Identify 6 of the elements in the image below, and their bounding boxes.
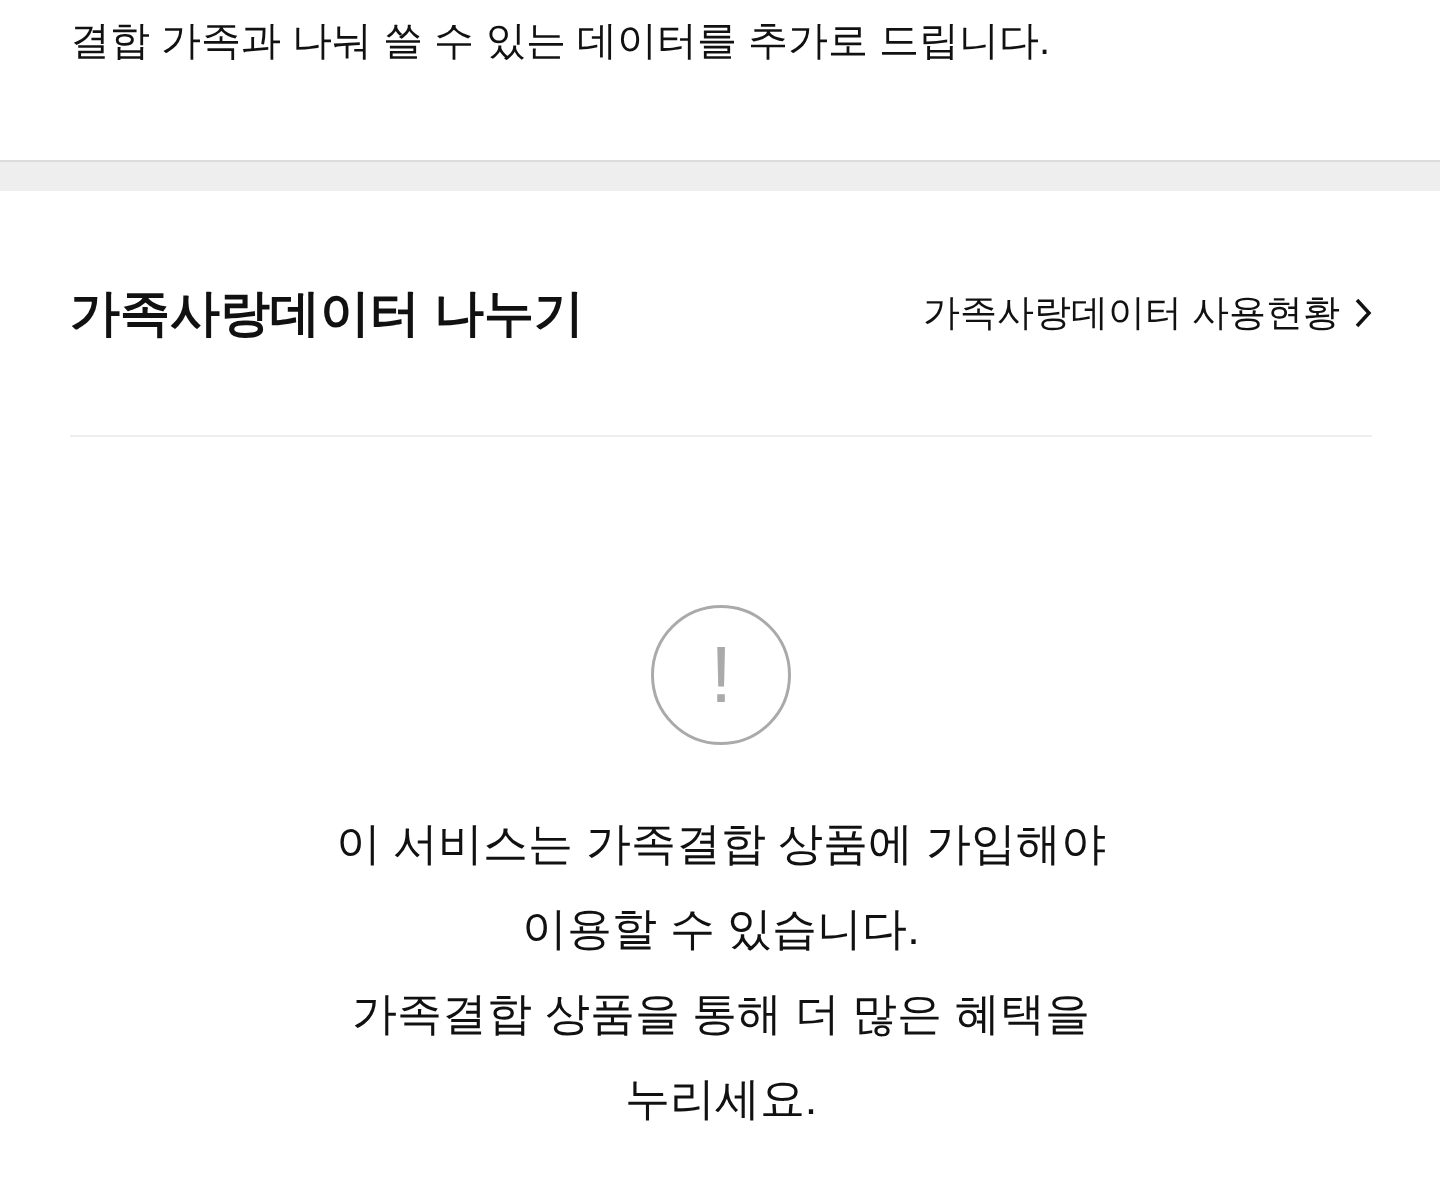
- usage-link[interactable]: 가족사랑데이터 사용현황: [922, 288, 1372, 338]
- notice-message: 이 서비스는 가족결합 상품에 가입해야 이용할 수 있습니다. 가족결합 상품을 통해 더 많은 혜택을 누리세요.: [336, 817, 1106, 1126]
- section-title: 가족사랑데이터 나누기: [70, 283, 584, 343]
- chevron-icon: [1354, 297, 1372, 329]
- intro-text: 결합 가족과 나눠 쓸 수 있는 데이터를 추가로 드립니다.: [70, 17, 1052, 64]
- warning-icon: !: [651, 605, 791, 745]
